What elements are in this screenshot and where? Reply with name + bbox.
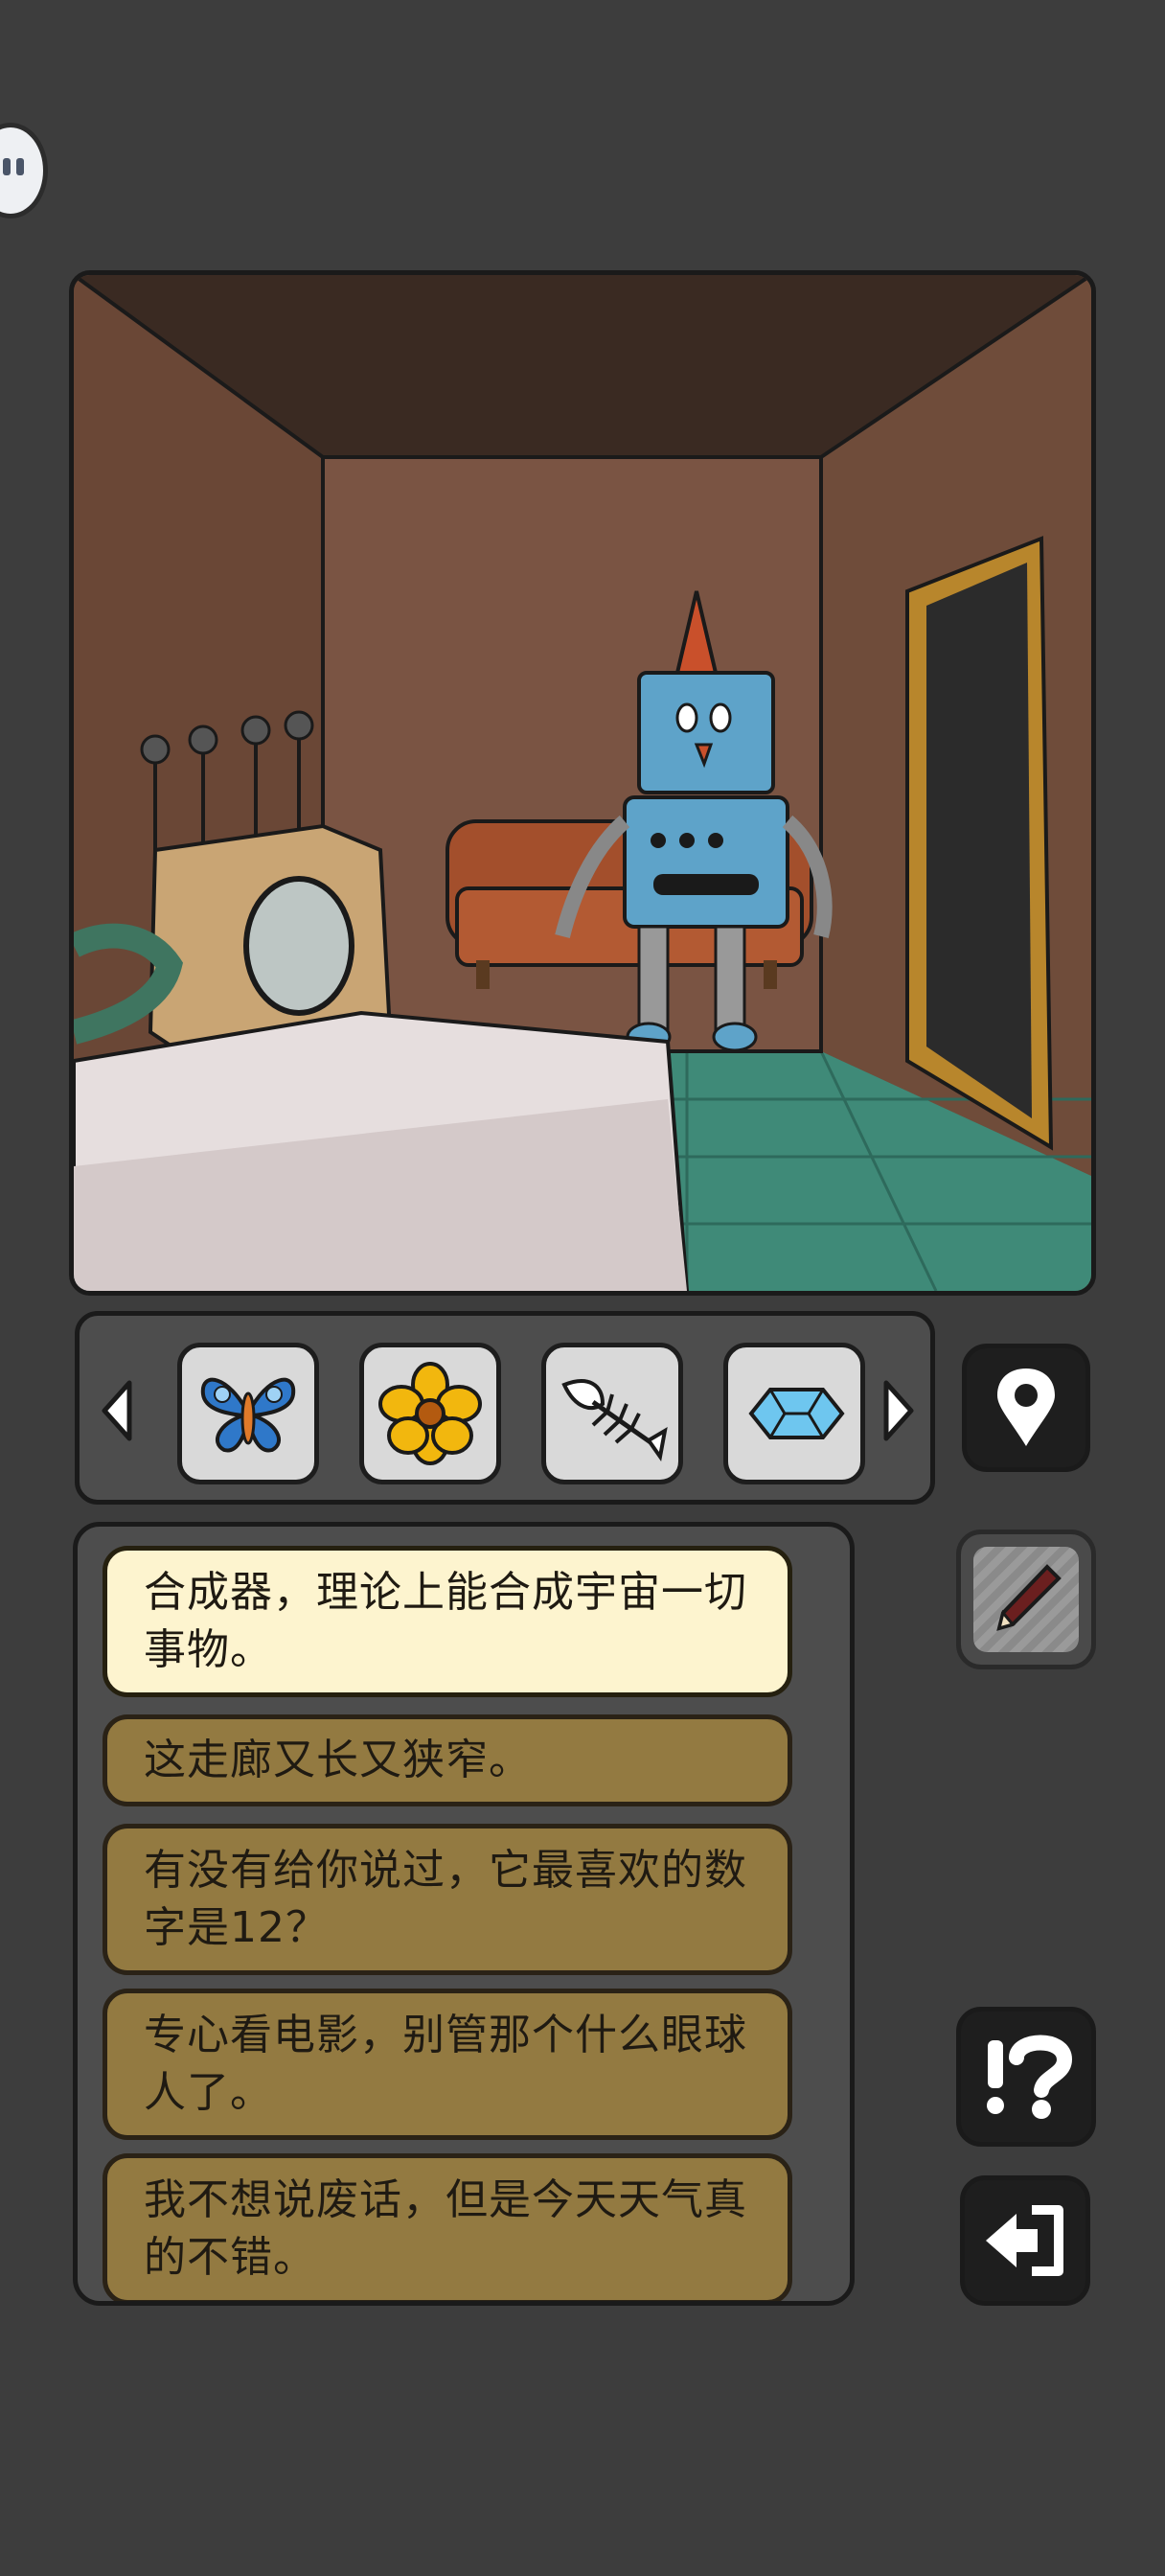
dialogue-panel: 合成器，理论上能合成宇宙一切事物。 这走廊又长又狭窄。 有没有给你说过，它最喜欢…: [73, 1522, 855, 2306]
hint-button[interactable]: [956, 2007, 1096, 2147]
notes-pad: [973, 1547, 1079, 1652]
crystal-icon: [748, 1388, 845, 1439]
butterfly-icon: [200, 1377, 296, 1453]
hint-icon: [987, 2035, 1073, 2119]
character-badge[interactable]: [0, 123, 48, 218]
fishbone-icon: [561, 1379, 668, 1461]
inventory-slot-flower[interactable]: [359, 1343, 501, 1484]
inventory-slot-fishbone[interactable]: [541, 1343, 683, 1484]
inventory-next-arrow-icon[interactable]: [879, 1377, 917, 1444]
pencil-icon: [996, 1564, 1062, 1631]
dialogue-option[interactable]: 有没有给你说过，它最喜欢的数字是12？: [103, 1824, 792, 1975]
room-scene[interactable]: [69, 270, 1096, 1296]
dialogue-option[interactable]: 这走廊又长又狭窄。: [103, 1714, 792, 1806]
flower-icon: [378, 1362, 482, 1465]
inventory-bar: [75, 1311, 935, 1505]
inventory-slot-butterfly[interactable]: [177, 1343, 319, 1484]
notes-button[interactable]: [956, 1530, 1096, 1669]
map-button[interactable]: [962, 1344, 1090, 1472]
dialogue-option[interactable]: 我不想说废话，但是今天天气真的不错。: [103, 2153, 792, 2301]
inventory-slot-crystal[interactable]: [723, 1343, 865, 1484]
dialogue-option[interactable]: 专心看电影，别管那个什么眼球人了。: [103, 1989, 792, 2140]
dialogue-option[interactable]: 合成器，理论上能合成宇宙一切事物。: [103, 1546, 792, 1697]
pause-icon: [3, 158, 24, 175]
exit-button[interactable]: [960, 2175, 1090, 2306]
location-pin-icon: [997, 1368, 1055, 1446]
exit-icon: [986, 2205, 1063, 2276]
inventory-prev-arrow-icon[interactable]: [99, 1377, 137, 1444]
